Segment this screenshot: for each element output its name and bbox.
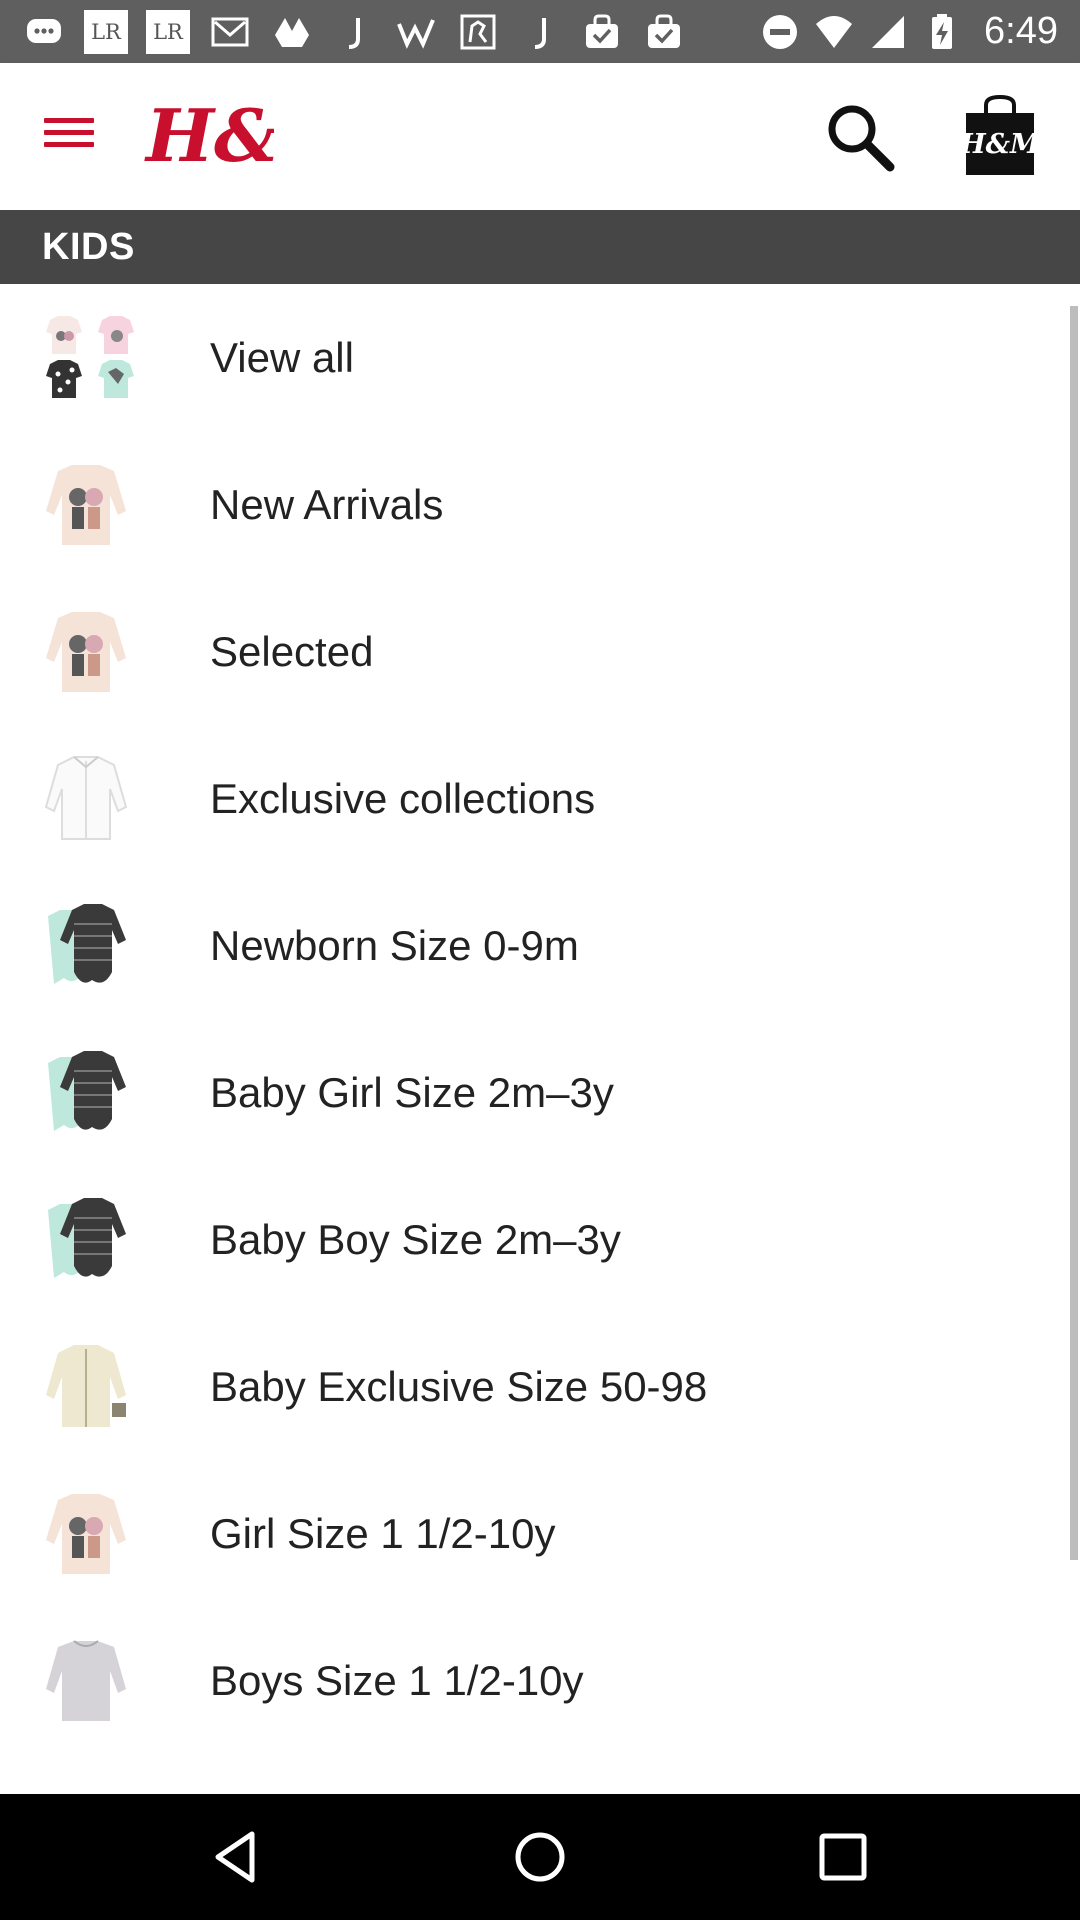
status-bar: LR LR 6:49	[0, 0, 1080, 63]
recents-icon[interactable]	[808, 1822, 878, 1892]
j-icon	[518, 10, 562, 54]
scrollbar[interactable]	[1070, 306, 1078, 1560]
shopping-bag-icon[interactable]: H&M	[959, 93, 1041, 179]
lightroom-icon: LR	[84, 9, 128, 54]
list-item-newborn[interactable]: Newborn Size 0-9m	[0, 872, 1080, 1019]
cream-kitten-shirt-thumbnail	[44, 606, 144, 698]
j-icon	[332, 10, 376, 54]
map-icon	[456, 10, 500, 54]
section-title: KIDS	[42, 225, 135, 268]
list-item-baby-girl[interactable]: Baby Girl Size 2m–3y	[0, 1019, 1080, 1166]
four-kids-shirts-thumbnail	[44, 312, 144, 404]
clock: 6:49	[984, 10, 1058, 52]
white-shirt-thumbnail	[44, 753, 144, 845]
navigation-bar	[0, 1794, 1080, 1920]
drive-icon	[270, 10, 314, 54]
list-item-label: View all	[210, 333, 354, 381]
svg-text:H&M: H&M	[962, 129, 1038, 160]
w-icon	[394, 10, 438, 54]
signal-icon	[872, 15, 905, 48]
list-item-label: Exclusive collections	[210, 774, 596, 822]
list-item-label: Baby Exclusive Size 50-98	[210, 1362, 708, 1410]
list-item-new-arrivals[interactable]: New Arrivals	[0, 431, 1080, 578]
striped-bodysuits-thumbnail	[44, 900, 144, 992]
list-item-label: Girl Size 1 1/2-10y	[210, 1509, 556, 1557]
category-list: View all New Arrivals Selected Exclusive…	[0, 284, 1080, 1794]
notification-icons: LR LR	[22, 9, 686, 54]
list-item-exclusive-collections[interactable]: Exclusive collections	[0, 725, 1080, 872]
section-header: KIDS	[0, 210, 1080, 284]
system-icons: 6:49	[760, 10, 1058, 53]
striped-bodysuits-thumbnail	[44, 1047, 144, 1139]
list-item-label: Newborn Size 0-9m	[210, 921, 579, 969]
striped-bodysuits-thumbnail	[44, 1194, 144, 1286]
battery-charging-icon	[932, 13, 953, 49]
app-bar: H&M H&M	[0, 63, 1080, 210]
shopping-bag-icon	[642, 10, 686, 54]
list-item-view-all[interactable]: View all	[0, 284, 1080, 431]
list-item-girl[interactable]: Girl Size 1 1/2-10y	[0, 1460, 1080, 1607]
list-item-selected[interactable]: Selected	[0, 578, 1080, 725]
cream-kitten-shirt-thumbnail	[44, 459, 144, 551]
chat-icon	[22, 10, 66, 54]
shopping-bag-icon	[580, 10, 624, 54]
home-icon[interactable]	[505, 1822, 575, 1892]
lightroom-icon: LR	[146, 9, 190, 54]
search-icon[interactable]	[822, 99, 898, 175]
list-item-label: New Arrivals	[210, 480, 444, 528]
list-item-label: Baby Boy Size 2m–3y	[210, 1215, 621, 1263]
list-item-baby-exclusive[interactable]: Baby Exclusive Size 50-98	[0, 1313, 1080, 1460]
gmail-icon	[208, 10, 252, 54]
list-item-label: Selected	[210, 627, 374, 675]
back-icon[interactable]	[202, 1822, 272, 1892]
do-not-disturb-icon	[763, 14, 798, 49]
list-item-baby-boy[interactable]: Baby Boy Size 2m–3y	[0, 1166, 1080, 1313]
hm-logo[interactable]: H&M	[144, 91, 274, 181]
grey-sweater-thumbnail	[44, 1635, 144, 1727]
wifi-icon	[816, 15, 853, 48]
svg-text:H&M: H&M	[144, 93, 274, 178]
list-item-label: Boys Size 1 1/2-10y	[210, 1656, 584, 1704]
hamburger-menu-icon[interactable]	[44, 111, 100, 161]
cream-kitten-shirt-thumbnail	[44, 1488, 144, 1580]
list-item-boys[interactable]: Boys Size 1 1/2-10y	[0, 1607, 1080, 1754]
cream-jacket-thumbnail	[44, 1341, 144, 1433]
list-item-label: Baby Girl Size 2m–3y	[210, 1068, 614, 1116]
